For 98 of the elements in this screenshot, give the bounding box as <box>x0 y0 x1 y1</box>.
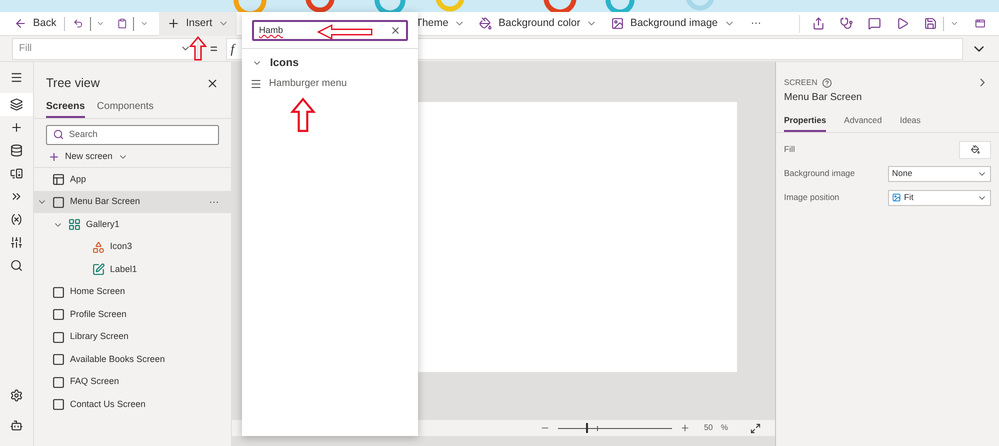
tree-item[interactable]: Profile Screen <box>34 303 231 326</box>
search-icon <box>53 129 64 140</box>
panel-tab[interactable]: Screens <box>46 98 85 118</box>
tree-label: Contact Us Screen <box>70 398 146 411</box>
tree-item[interactable]: Menu Bar Screen ··· <box>34 190 231 214</box>
database-icon <box>10 144 23 157</box>
comment-icon[interactable] <box>868 17 882 30</box>
property-tab[interactable]: Advanced <box>844 114 882 132</box>
property-label: Background image <box>784 167 855 180</box>
insert-item[interactable]: Hamburger menu <box>242 76 418 90</box>
zoom-in-icon[interactable] <box>680 423 690 433</box>
zoom-value: 50 <box>704 422 713 434</box>
shapes-icon <box>92 240 105 254</box>
menu-icon <box>250 78 262 90</box>
more-button[interactable]: ··· <box>750 16 762 32</box>
close-icon[interactable] <box>206 76 219 90</box>
section-heading: SCREEN <box>784 76 818 88</box>
paint-bucket-icon <box>479 17 492 30</box>
plus-icon <box>48 150 60 162</box>
tree-item[interactable]: Gallery1 <box>34 213 231 236</box>
arrow-left-icon <box>14 17 27 30</box>
tree-item[interactable]: Label1 <box>34 258 231 281</box>
property-label: Fill <box>784 143 795 156</box>
sliders-icon <box>10 236 23 249</box>
stethoscope-icon[interactable] <box>840 17 854 30</box>
annotation-arrow <box>189 35 207 62</box>
app-icon <box>52 173 65 186</box>
insert-search-field[interactable]: Hamb <box>252 20 408 41</box>
play-icon[interactable] <box>896 17 910 30</box>
equals-sign: = <box>210 40 218 58</box>
screen-icon <box>52 330 65 344</box>
screen-icon <box>52 353 65 366</box>
property-dropdown[interactable]: Fill <box>12 38 198 60</box>
clipboard-icon[interactable] <box>117 17 128 30</box>
variable-icon <box>10 213 23 226</box>
panel-tab[interactable]: Components <box>96 98 154 118</box>
label-icon <box>92 263 105 276</box>
paint-bucket-icon <box>970 145 980 154</box>
background-color-button[interactable]: Background color <box>479 16 598 32</box>
tree-label: Profile Screen <box>70 308 127 321</box>
screen-icon <box>52 308 65 321</box>
more-button[interactable]: ··· <box>209 194 219 210</box>
tree-label: Label1 <box>110 262 138 276</box>
tree-item[interactable]: FAQ Screen <box>34 370 231 394</box>
tree-label: Menu Bar Screen <box>70 195 140 208</box>
tree-label: Home Screen <box>70 285 126 298</box>
search-icon <box>10 259 23 272</box>
layers-icon <box>10 98 23 111</box>
menu-icon[interactable] <box>10 71 23 84</box>
property-tab[interactable]: Properties <box>784 114 826 132</box>
property-tab[interactable]: Ideas <box>900 114 921 132</box>
tree-item[interactable]: Home Screen <box>34 280 231 304</box>
tree-item[interactable]: App <box>34 168 231 191</box>
image-icon <box>611 17 624 30</box>
property-dropdown[interactable]: None <box>888 166 991 182</box>
search-field[interactable]: Search <box>46 124 219 145</box>
zoom-slider[interactable] <box>558 423 672 433</box>
tree-label: App <box>70 172 86 186</box>
slider-thumb[interactable] <box>586 423 588 433</box>
property-label: Image position <box>784 191 840 204</box>
screen-icon <box>52 376 65 388</box>
tree-label: Available Books Screen <box>70 352 165 366</box>
panel-title: Tree view <box>46 75 100 92</box>
background-image-button[interactable]: Background image <box>611 16 735 32</box>
zoom-unit: % <box>720 422 728 434</box>
plus-icon <box>167 17 180 30</box>
bot-icon[interactable] <box>10 419 23 432</box>
tree-label: Icon3 <box>110 240 132 254</box>
gallery-icon <box>68 218 81 231</box>
screen-name: Menu Bar Screen <box>783 91 863 105</box>
tree-label: FAQ Screen <box>70 375 120 388</box>
new-screen-button[interactable]: New screen <box>48 150 231 164</box>
tree-item[interactable]: Contact Us Screen <box>34 393 231 416</box>
insert-button[interactable]: Insert <box>159 12 238 36</box>
save-icon[interactable] <box>924 17 938 30</box>
back-button[interactable]: Back <box>14 16 56 32</box>
fit-icon[interactable] <box>750 422 761 434</box>
screen-icon <box>52 196 65 208</box>
chevrons-icon <box>10 190 23 203</box>
tree-item[interactable]: Icon3 <box>34 236 231 258</box>
settings-icon[interactable] <box>10 389 23 402</box>
share-icon[interactable] <box>812 17 826 30</box>
annotation-arrow <box>290 97 316 133</box>
tree-item[interactable]: Library Screen <box>34 326 231 348</box>
screen-icon <box>52 286 65 298</box>
clear-icon[interactable] <box>390 25 401 36</box>
rail-button[interactable] <box>0 93 33 116</box>
plus-icon <box>10 121 23 134</box>
media-icon <box>10 167 23 180</box>
tree-label: Library Screen <box>70 330 129 344</box>
tree-item[interactable]: Available Books Screen <box>34 348 231 371</box>
property-dropdown[interactable]: Fit <box>888 190 991 206</box>
undo-icon[interactable] <box>73 17 84 30</box>
screen-icon <box>52 398 65 411</box>
app-window-icon[interactable] <box>974 17 985 30</box>
tree-label: Gallery1 <box>86 218 120 231</box>
help-icon[interactable] <box>822 78 832 88</box>
color-picker-button[interactable] <box>959 140 991 159</box>
